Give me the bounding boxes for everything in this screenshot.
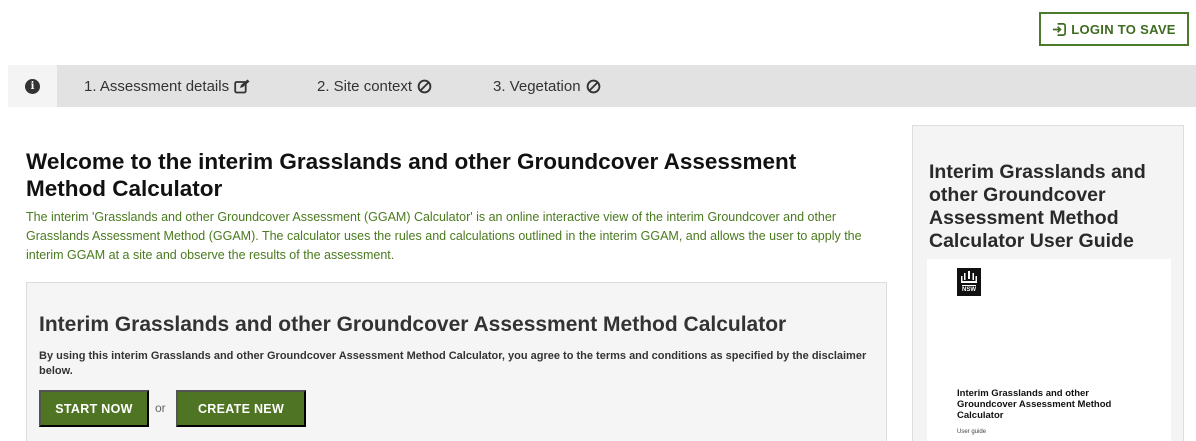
or-separator: or: [155, 401, 166, 415]
user-guide-title[interactable]: Interim Grasslands and other Groundcover…: [929, 161, 1179, 253]
page-title: Welcome to the interim Grasslands and ot…: [26, 149, 797, 201]
ban-icon: [417, 79, 432, 93]
tab-assessment-details[interactable]: 1. Assessment details: [84, 65, 250, 107]
step-tab-bar: i 1. Assessment details 2. Site context …: [8, 65, 1196, 107]
login-to-save-button[interactable]: LOGIN TO SAVE: [1039, 12, 1189, 46]
nsw-logo-text: NSW: [962, 285, 976, 293]
cover-subtitle: User guide: [957, 429, 987, 435]
tab-site-context[interactable]: 2. Site context: [317, 65, 432, 107]
start-now-button[interactable]: START NOW: [39, 390, 149, 427]
tab-label: 3. Vegetation: [493, 77, 581, 95]
intro-paragraph: The interim 'Grasslands and other Ground…: [26, 210, 862, 262]
info-circle-icon: i: [25, 78, 40, 94]
disclaimer-text: By using this interim Grasslands and oth…: [39, 350, 867, 377]
tab-vegetation[interactable]: 3. Vegetation: [493, 65, 601, 107]
user-guide-cover[interactable]: NSW Interim Grasslands and other Groundc…: [927, 259, 1171, 441]
cover-title: Interim Grasslands and other Groundcover…: [957, 388, 1112, 421]
waratah-icon: [961, 271, 977, 283]
tab-label: 2. Site context: [317, 77, 413, 95]
calculator-panel: Interim Grasslands and other Groundcover…: [26, 282, 887, 441]
sign-in-icon: [1053, 22, 1067, 36]
login-label: LOGIN TO SAVE: [1071, 21, 1176, 37]
user-guide-card[interactable]: Interim Grasslands and other Groundcover…: [912, 125, 1184, 441]
panel-title: Interim Grasslands and other Groundcover…: [39, 313, 787, 336]
nsw-logo: NSW: [957, 268, 981, 296]
tab-info[interactable]: i: [8, 65, 57, 107]
create-new-button[interactable]: CREATE NEW: [176, 390, 306, 427]
ban-icon: [586, 79, 600, 93]
tab-label: 1. Assessment details: [84, 77, 230, 95]
edit-icon: [234, 79, 250, 93]
